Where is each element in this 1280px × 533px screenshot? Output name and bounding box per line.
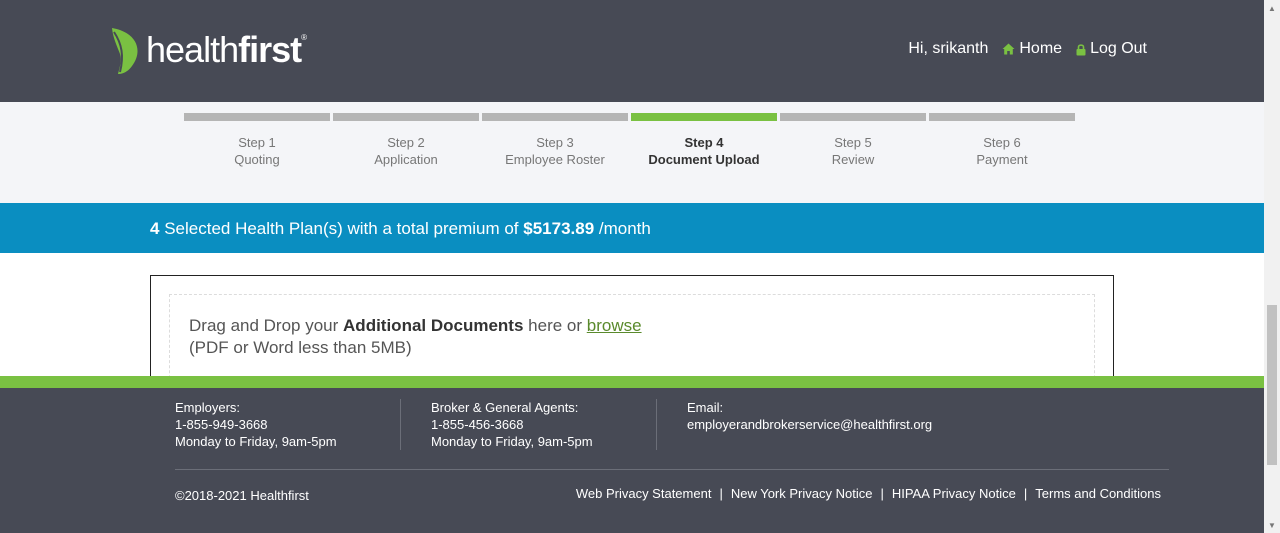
dropzone-instructions: Drag and Drop your Additional Documents …: [189, 316, 642, 335]
logo-wordmark: healthfirst®: [146, 29, 307, 70]
home-link-label: Home: [1019, 40, 1063, 57]
healthfirst-logo[interactable]: healthfirst®: [108, 26, 307, 76]
lock-icon: [1076, 43, 1086, 55]
footer-links: Web Privacy Statement | New York Privacy…: [576, 486, 1161, 501]
user-nav: Hi, srikanth Home Log Out: [908, 40, 1147, 58]
step-employee-roster[interactable]: Step 3 Employee Roster: [482, 113, 628, 168]
footer-link-ny-privacy[interactable]: New York Privacy Notice: [731, 486, 873, 501]
brokers-label: Broker & General Agents:: [431, 400, 579, 415]
step-bar: [929, 113, 1075, 121]
link-separator: |: [1023, 486, 1028, 501]
logout-link-label: Log Out: [1090, 40, 1147, 57]
scroll-up-arrow-icon[interactable]: ▲: [1264, 0, 1280, 16]
step-number: Step 6: [983, 135, 1021, 150]
scrollbar-thumb[interactable]: [1267, 305, 1277, 465]
footer-link-web-privacy[interactable]: Web Privacy Statement: [576, 486, 712, 501]
footer-link-terms[interactable]: Terms and Conditions: [1035, 486, 1161, 501]
employers-phone[interactable]: 1-855-949-3668: [175, 416, 337, 433]
step-name: Document Upload: [648, 152, 760, 167]
brokers-contact: Broker & General Agents: 1-855-456-3668 …: [431, 399, 593, 450]
step-name: Review: [831, 152, 875, 167]
leaf-icon: [112, 28, 138, 74]
step-number: Step 2: [387, 135, 425, 150]
step-bar: [333, 113, 479, 121]
step-application[interactable]: Step 2 Application: [333, 113, 479, 168]
step-number: Step 4: [684, 135, 724, 150]
dropzone-hint: (PDF or Word less than 5MB): [189, 338, 412, 357]
link-separator: |: [880, 486, 884, 501]
brokers-phone[interactable]: 1-855-456-3668: [431, 416, 593, 433]
premium-banner: 4 Selected Health Plan(s) with a total p…: [0, 203, 1264, 253]
step-quoting[interactable]: Step 1 Quoting: [184, 113, 330, 168]
step-name: Employee Roster: [505, 152, 605, 167]
step-name: Payment: [976, 152, 1028, 167]
home-link[interactable]: Home: [1002, 40, 1062, 58]
site-footer: Employers: 1-855-949-3668 Monday to Frid…: [0, 376, 1264, 533]
link-separator: |: [719, 486, 723, 501]
premium-amount: $5173.89: [523, 219, 595, 238]
step-review[interactable]: Step 5 Review: [780, 113, 926, 168]
step-bar: [184, 113, 330, 121]
step-bar: [631, 113, 777, 121]
step-name: Application: [374, 152, 438, 167]
brokers-hours: Monday to Friday, 9am-5pm: [431, 434, 593, 449]
step-document-upload[interactable]: Step 4 Document Upload: [631, 113, 777, 168]
step-bar: [482, 113, 628, 121]
employers-contact: Employers: 1-855-949-3668 Monday to Frid…: [175, 399, 337, 450]
footer-divider: [400, 399, 401, 450]
home-icon: [1002, 43, 1015, 55]
step-payment[interactable]: Step 6 Payment: [929, 113, 1075, 168]
step-number: Step 5: [834, 135, 872, 150]
step-list: Step 1 Quoting Step 2 Application Step 3…: [184, 113, 1075, 168]
footer-link-hipaa[interactable]: HIPAA Privacy Notice: [892, 486, 1016, 501]
footer-divider: [656, 399, 657, 450]
step-bar: [780, 113, 926, 121]
step-number: Step 3: [536, 135, 574, 150]
page-scrollbar[interactable]: ▲ ▼: [1264, 0, 1280, 533]
employers-hours: Monday to Friday, 9am-5pm: [175, 434, 337, 449]
premium-summary: 4 Selected Health Plan(s) with a total p…: [150, 219, 651, 238]
copyright: ©2018-2021 Healthfirst: [175, 488, 309, 503]
browse-link[interactable]: browse: [587, 316, 642, 335]
email-contact: Email: employerandbrokerservice@healthfi…: [687, 399, 932, 433]
step-name: Quoting: [234, 152, 280, 167]
scroll-down-arrow-icon[interactable]: ▼: [1264, 517, 1280, 533]
footer-accent-stripe: [0, 376, 1264, 388]
email-address[interactable]: employerandbrokerservice@healthfirst.org: [687, 416, 932, 433]
step-number: Step 1: [238, 135, 276, 150]
user-greeting: Hi, srikanth: [908, 40, 989, 57]
site-header: healthfirst® Hi, srikanth Home Log Out: [0, 0, 1264, 102]
step-progress: Step 1 Quoting Step 2 Application Step 3…: [0, 102, 1264, 203]
email-label: Email:: [687, 400, 724, 415]
logout-link[interactable]: Log Out: [1076, 40, 1147, 58]
footer-separator: [175, 469, 1169, 470]
employers-label: Employers:: [175, 400, 241, 415]
